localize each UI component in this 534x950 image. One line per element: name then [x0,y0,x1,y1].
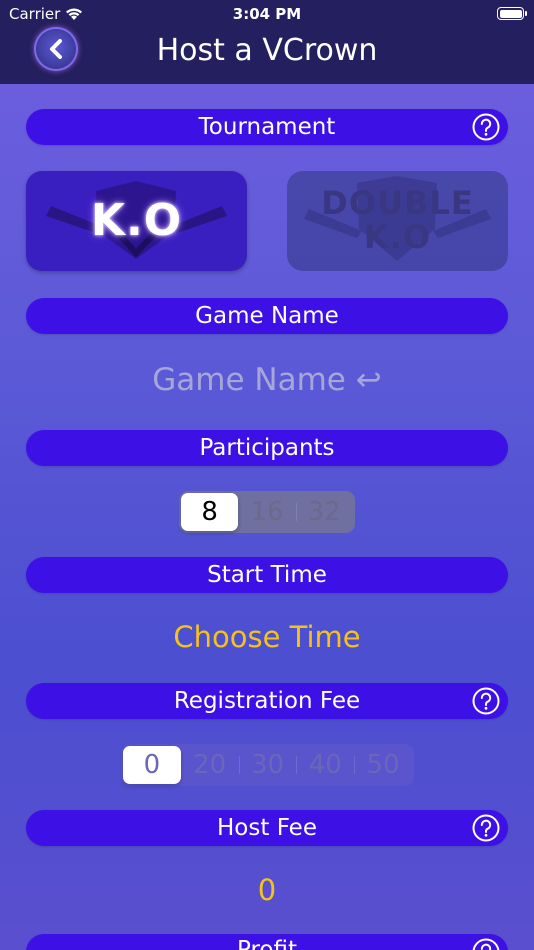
profit-header: Profit [26,934,508,950]
help-icon[interactable] [472,814,500,842]
fee-option-0[interactable]: 0 [123,746,181,784]
choose-time-button[interactable]: Choose Time [0,620,534,654]
start-time-header: Start Time [26,557,508,593]
status-bar: Carrier 3:04 PM [0,0,534,30]
fee-option-50[interactable]: 50 [354,746,412,784]
participants-label: Participants [199,435,335,461]
double-ko-line2: K.O [363,218,432,256]
help-icon[interactable] [472,113,500,141]
start-time-label: Start Time [207,562,327,588]
page-title: Host a VCrown [156,33,378,68]
fee-option-40[interactable]: 40 [296,746,354,784]
registration-fee-label: Registration Fee [173,688,361,714]
clock: 3:04 PM [232,5,302,23]
navigation-bar: Carrier 3:04 PM Host a VCrown [0,0,534,84]
tournament-label: Tournament [198,114,336,140]
profit-label: Profit [237,937,297,950]
host-fee-header: Host Fee [26,810,508,846]
participants-option-16[interactable]: 16 [238,493,295,531]
participants-option-32[interactable]: 32 [295,493,353,531]
tournament-header: Tournament [26,109,508,145]
battery-icon [497,7,527,20]
participants-option-8[interactable]: 8 [181,493,239,531]
ko-mode-button[interactable]: K.O [26,171,247,271]
fee-option-20[interactable]: 20 [181,746,239,784]
host-fee-label: Host Fee [217,815,317,841]
help-icon[interactable] [472,687,500,715]
game-name-header: Game Name [26,298,508,334]
double-ko-mode-button[interactable]: DOUBLE K.O [287,171,508,271]
ko-mode-label: K.O [90,195,183,246]
game-name-label: Game Name [195,303,339,329]
host-fee-value: 0 [257,873,277,907]
fee-option-30[interactable]: 30 [238,746,297,784]
game-name-input[interactable]: Game Name ↩ [0,362,534,398]
participants-header: Participants [26,430,508,466]
help-icon[interactable] [472,938,500,950]
double-ko-mode-label: DOUBLE K.O [321,187,473,254]
registration-fee-segmented-control: 0 20 30 40 50 [121,744,414,786]
double-ko-line1: DOUBLE [321,184,474,223]
registration-fee-header: Registration Fee [26,683,508,719]
participants-segmented-control: 8 16 32 [179,491,355,533]
